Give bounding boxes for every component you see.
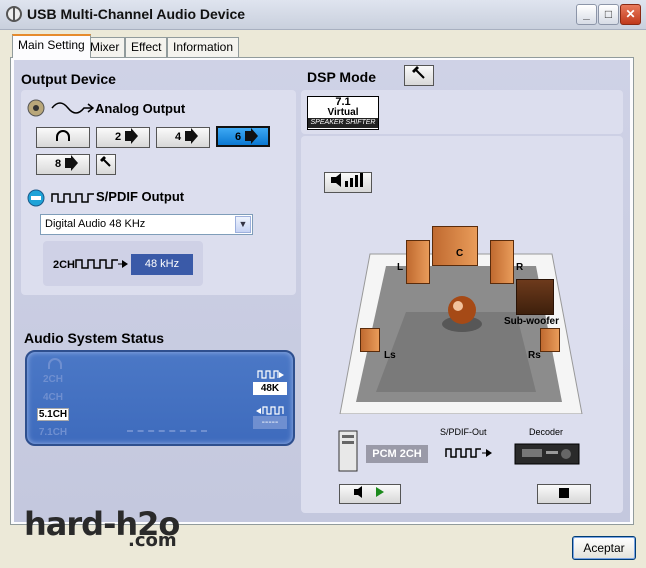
speaker-settings-button[interactable] [96, 154, 116, 175]
spdif-out-signal-icon [444, 445, 492, 464]
virtual-speaker-shifter-badge[interactable]: 7.1 Virtual SPEAKER SHIFTER [307, 96, 379, 130]
spdif-rate-display: 48 kHz [131, 254, 193, 275]
spdif-format-value: Digital Audio 48 KHz [45, 218, 146, 230]
channel-6-label: 6 [234, 131, 242, 143]
label-right: R [516, 262, 524, 273]
headphone-icon [56, 130, 70, 141]
spdif-format-select[interactable]: Digital Audio 48 KHz ▼ [40, 214, 253, 235]
speaker-front-left[interactable] [406, 240, 430, 284]
watermark-logo-sub: .com [128, 530, 177, 551]
speaker-icon [65, 155, 79, 171]
speaker-surround-left[interactable] [360, 328, 380, 352]
speaker-surround-right[interactable] [540, 328, 560, 352]
dsp-settings-button[interactable] [404, 65, 434, 86]
spdif-channels-label: 2CH [53, 259, 76, 271]
title-bar: USB Multi-Channel Audio Device _ □ ✕ [0, 0, 646, 30]
analog-speaker-icon [26, 98, 46, 121]
speaker-icon [125, 128, 139, 144]
play-icon [354, 486, 384, 498]
label-subwoofer: Sub-woofer [504, 316, 559, 327]
subwoofer[interactable] [516, 279, 554, 315]
status-4ch: 4CH [42, 392, 63, 403]
speaker-center[interactable] [432, 226, 478, 266]
hammer-icon [100, 156, 111, 167]
spdif-signal-icon [74, 256, 130, 275]
tab-main-setting[interactable]: Main Setting [12, 34, 91, 58]
window-title: USB Multi-Channel Audio Device [27, 6, 246, 22]
label-surround-right: Rs [528, 350, 541, 361]
play-button[interactable] [339, 484, 401, 504]
spdif-output-label: S/PDIF Output [96, 189, 185, 204]
ok-button[interactable]: Aceptar [572, 536, 636, 560]
speaker-front-right[interactable] [490, 240, 514, 284]
headphone-status-icon [47, 358, 63, 373]
tab-information[interactable]: Information [167, 37, 240, 57]
spdif-icon [26, 188, 46, 211]
close-button[interactable]: ✕ [620, 4, 641, 25]
badge-mid: Virtual [327, 107, 359, 118]
stop-button[interactable] [537, 484, 591, 504]
label-center: C [456, 248, 464, 259]
label-left: L [397, 262, 404, 273]
speaker-icon [245, 128, 259, 144]
audio-status-title: Audio System Status [24, 330, 165, 346]
decoder-device-icon [514, 442, 580, 469]
maximize-button[interactable]: □ [598, 4, 619, 25]
decoder-label: Decoder [529, 427, 564, 437]
channel-2-label: 2 [114, 131, 122, 143]
channel-4-label: 4 [174, 131, 182, 143]
output-device-title: Output Device [21, 71, 116, 87]
channel-4-button[interactable]: 4 [156, 127, 210, 148]
chevron-down-icon[interactable]: ▼ [235, 216, 251, 233]
spdif-pulse-icon [50, 190, 100, 209]
status-2ch: 2CH [42, 374, 63, 385]
audio-status-display: 2CH 4CH 5.1CH 7.1CH 48K ----- [25, 350, 295, 446]
badge-bottom: SPEAKER SHIFTER [308, 118, 378, 128]
label-surround-left: Ls [384, 350, 396, 361]
dsp-mode-title: DSP Mode [307, 69, 376, 85]
volume-bars-icon [330, 173, 366, 188]
channel-8-label: 8 [54, 158, 62, 170]
level-meter [127, 430, 207, 432]
status-5-1ch: 5.1CH [37, 408, 69, 421]
status-input-rate: ----- [253, 416, 287, 429]
spdif-out-label: S/PDIF-Out [440, 427, 487, 437]
channel-2-button[interactable]: 2 [96, 127, 150, 148]
pc-tower-icon [337, 430, 359, 475]
status-7-1ch: 7.1CH [38, 427, 68, 438]
channel-6-button[interactable]: 6 [216, 126, 270, 147]
tab-effect[interactable]: Effect [125, 37, 168, 57]
hammer-icon [412, 66, 425, 79]
minimize-button[interactable]: _ [576, 4, 597, 25]
output-pulse-icon [257, 368, 285, 382]
analog-output-label: Analog Output [95, 101, 186, 116]
app-power-icon [6, 6, 22, 22]
headphone-button[interactable] [36, 127, 90, 148]
stop-icon [559, 488, 569, 498]
status-rate: 48K [253, 382, 287, 395]
speaker-icon [185, 128, 199, 144]
pcm-display: PCM 2CH [366, 445, 428, 463]
speaker-test-button[interactable] [324, 172, 372, 193]
channel-8-button[interactable]: 8 [36, 154, 90, 175]
analog-wave-icon [50, 100, 95, 119]
